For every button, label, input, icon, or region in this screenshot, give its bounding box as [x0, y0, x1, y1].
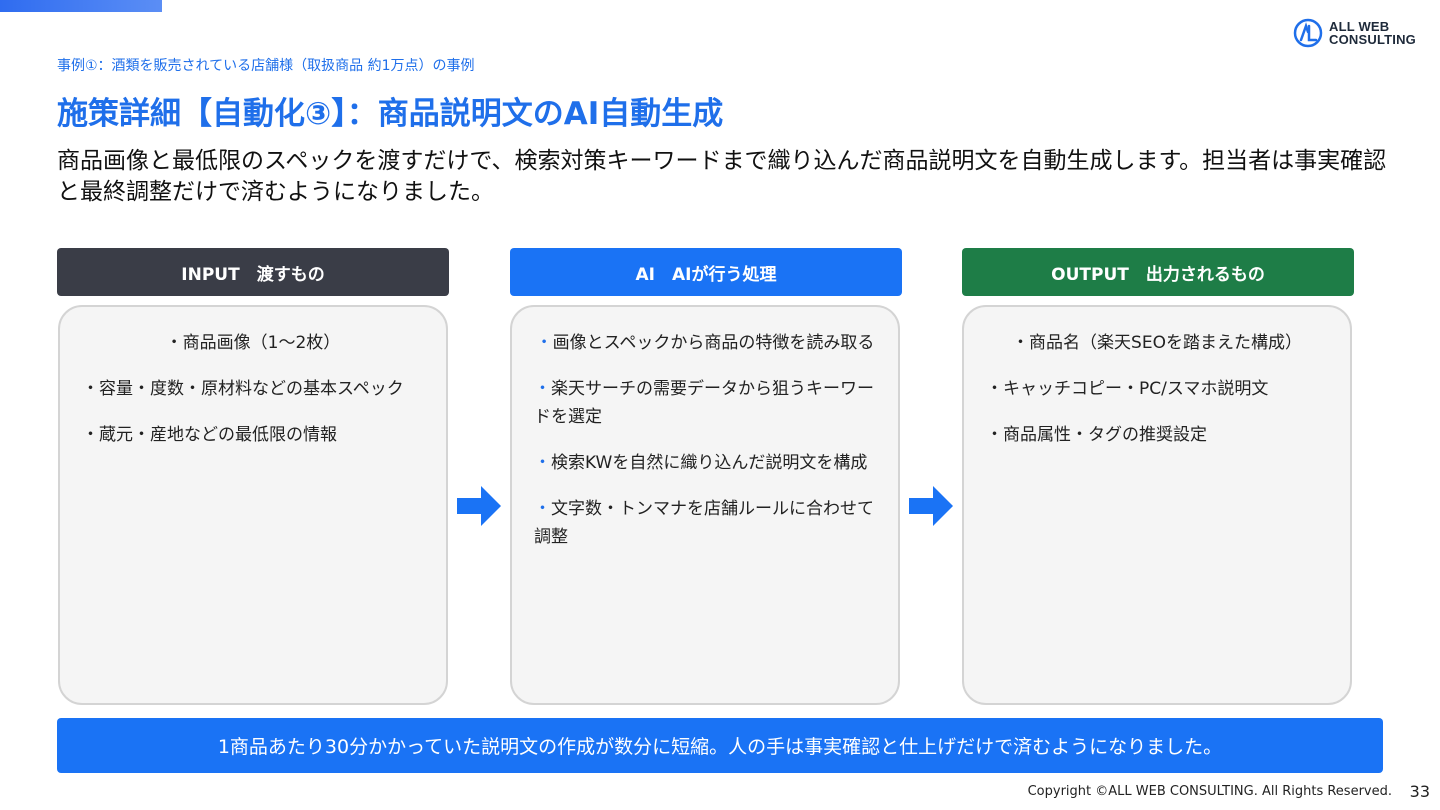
page-title: 施策詳細【自動化③】：商品説明文のAI自動生成 — [57, 96, 724, 132]
logo-text-line2: CONSULTING — [1329, 32, 1416, 47]
bullet-dot: ・ — [534, 453, 551, 473]
bullet-dot: ・ — [535, 333, 553, 353]
ai-column-header: AI AIが行う処理 — [510, 248, 902, 296]
output-item: ・キャッチコピー・PC/スマホ説明文 — [986, 379, 1269, 399]
input-item: ・蔵元・産地などの最低限の情報 — [82, 425, 337, 445]
input-column-header: INPUT 渡すもの — [57, 248, 449, 296]
ai-item: 楽天サーチの需要データから狙うキーワードを選定 — [534, 379, 874, 427]
copyright-text: Copyright ©ALL WEB CONSULTING. All Right… — [1027, 784, 1392, 799]
arrow-right-icon — [457, 486, 501, 526]
ai-item: 画像とスペックから商品の特徴を読み取る — [552, 333, 875, 353]
ai-item: 検索KWを自然に織り込んだ説明文を構成 — [551, 453, 868, 473]
lead-text: 商品画像と最低限のスペックを渡すだけで、検索対策キーワードまで織り込んだ商品説明… — [57, 148, 1387, 205]
input-item: ・容量・度数・原材料などの基本スペック — [82, 379, 404, 399]
ai-item: 文字数・トンマナを店舗ルールに合わせて調整 — [534, 499, 874, 547]
company-logo: ALL WEB CONSULTING — [1293, 18, 1416, 48]
output-item: ・商品属性・タグの推奨設定 — [986, 425, 1207, 445]
bullet-dot: ・ — [534, 379, 551, 399]
arrow-right-icon — [909, 486, 953, 526]
page-number: 33 — [1409, 782, 1430, 801]
summary-banner: 1商品あたり30分かかっていた説明文の作成が数分に短縮。人の手は事実確認と仕上げ… — [57, 718, 1383, 773]
top-accent-bar — [0, 0, 162, 12]
case-label: 事例①：酒類を販売されている店舗様（取扱商品 約1万点）の事例 — [57, 58, 475, 74]
output-column-header: OUTPUT 出力されるもの — [962, 248, 1354, 296]
ai-column-box: ・画像とスペックから商品の特徴を読み取る ・楽天サーチの需要データから狙うキーワ… — [510, 305, 900, 705]
bullet-dot: ・ — [534, 499, 551, 519]
output-column-box: ・商品名（楽天SEOを踏まえた構成） ・キャッチコピー・PC/スマホ説明文 ・商… — [962, 305, 1352, 705]
input-column-box: ・商品画像（1～2枚） ・容量・度数・原材料などの基本スペック ・蔵元・産地など… — [58, 305, 448, 705]
output-item: ・商品名（楽天SEOを踏まえた構成） — [1012, 333, 1302, 353]
input-item: ・商品画像（1～2枚） — [165, 333, 341, 353]
logo-mark-icon — [1293, 18, 1323, 48]
